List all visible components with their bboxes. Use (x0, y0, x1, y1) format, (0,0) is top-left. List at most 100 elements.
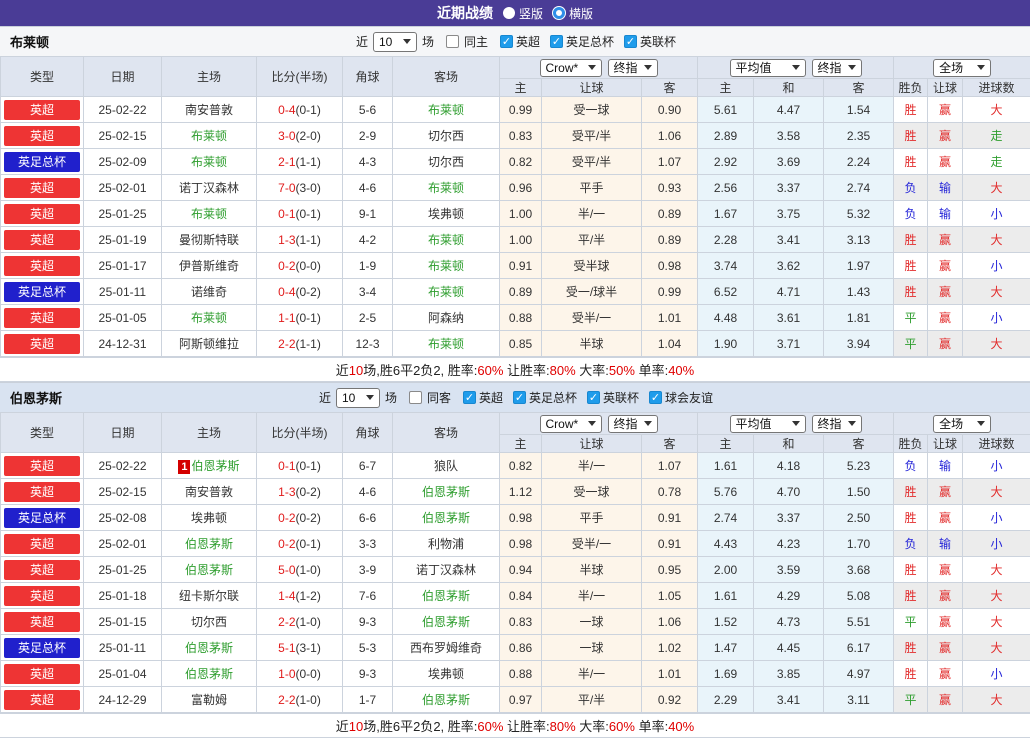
horizontal-layout-radio[interactable]: 横版 (553, 5, 593, 22)
full-match-select[interactable]: 全场 (933, 415, 991, 433)
away-team-name: 诺丁汉森林 (416, 563, 476, 577)
avg-draw-odds: 3.59 (754, 557, 824, 583)
filter-controls: 近10场同客✓英超✓英足总杯✓英联杯✓球会友谊 (317, 388, 713, 408)
league-cell: 英足总杯 (1, 505, 84, 531)
league-checkbox[interactable]: ✓ (624, 35, 637, 48)
column-header: 主 (500, 435, 542, 453)
home-team-cell: 埃弗顿 (162, 505, 257, 531)
goals-result-cell: 小 (963, 505, 1030, 531)
league-cell: 英超 (1, 583, 84, 609)
avg-draw-odds: 4.23 (754, 531, 824, 557)
league-checkbox[interactable]: ✓ (550, 35, 563, 48)
avg-home-odds: 5.76 (698, 479, 754, 505)
chevron-down-icon (644, 421, 652, 426)
league-checkbox[interactable]: ✓ (500, 35, 513, 48)
match-row: 英足总杯25-02-08埃弗顿0-2(0-2)6-6伯恩茅斯0.98平手0.91… (1, 505, 1030, 531)
score-cell: 2-2(1-0) (257, 609, 343, 635)
home-team-cell: 布莱顿 (162, 201, 257, 227)
same-side-checkbox[interactable] (446, 35, 459, 48)
match-row: 英足总杯25-01-11诺维奇0-4(0-2)3-4布莱顿0.89受一/球半0.… (1, 279, 1030, 305)
match-count-select[interactable]: 10 (336, 388, 380, 408)
league-checkbox[interactable]: ✓ (649, 391, 662, 404)
score-cell: 3-0(2-0) (257, 123, 343, 149)
handicap-line: 受一/球半 (542, 279, 642, 305)
column-header: 角球 (343, 413, 393, 453)
league-checkbox-label: 英足总杯 (566, 33, 614, 50)
column-header: 和 (754, 79, 824, 97)
handicap-away-odds: 0.78 (642, 479, 698, 505)
match-row: 英超25-01-15切尔西2-2(1-0)9-3伯恩茅斯0.83一球1.061.… (1, 609, 1030, 635)
handicap-away-odds: 0.95 (642, 557, 698, 583)
bookmaker-select[interactable]: Crow* (540, 415, 602, 433)
handicap-line: 一球 (542, 609, 642, 635)
score-cell: 1-4(1-2) (257, 583, 343, 609)
score-cell: 2-2(1-0) (257, 687, 343, 713)
result-cell: 胜 (894, 661, 928, 687)
corner-cell: 9-1 (343, 201, 393, 227)
match-row: 英超25-01-25布莱顿0-1(0-1)9-1埃弗顿1.00半/一0.891.… (1, 201, 1030, 227)
home-team-name: 伊普斯维奇 (179, 259, 239, 273)
same-side-checkbox[interactable] (409, 391, 422, 404)
league-checkbox[interactable]: ✓ (513, 391, 526, 404)
handicap-away-odds: 1.07 (642, 149, 698, 175)
away-team-cell: 西布罗姆维奇 (393, 635, 500, 661)
handicap-result-cell: 赢 (928, 557, 963, 583)
handicap-result-cell: 输 (928, 531, 963, 557)
date-cell: 25-02-22 (84, 453, 162, 479)
column-header: 比分(半场) (257, 413, 343, 453)
fulltime-score: 0-2 (278, 511, 295, 525)
date-cell: 25-02-01 (84, 531, 162, 557)
handicap-home-odds: 0.83 (500, 123, 542, 149)
bookmaker-select[interactable]: Crow* (540, 59, 602, 77)
away-team-name: 埃弗顿 (428, 207, 464, 221)
fulltime-score: 1-0 (278, 667, 295, 681)
league-cell: 英超 (1, 687, 84, 713)
handicap-home-odds: 0.98 (500, 505, 542, 531)
average-select[interactable]: 平均值 (730, 59, 806, 77)
score-cell: 0-4(0-2) (257, 279, 343, 305)
away-team-name: 伯恩茅斯 (422, 615, 470, 629)
chevron-down-icon (366, 395, 374, 400)
final-odds-select[interactable]: 终指 (608, 415, 658, 433)
column-header: 进球数 (963, 79, 1030, 97)
fulltime-score: 2-1 (278, 155, 295, 169)
avg-home-odds: 1.47 (698, 635, 754, 661)
avg-home-odds: 2.56 (698, 175, 754, 201)
league-checkbox[interactable]: ✓ (463, 391, 476, 404)
corner-cell: 4-2 (343, 227, 393, 253)
handicap-away-odds: 1.07 (642, 453, 698, 479)
score-cell: 7-0(3-0) (257, 175, 343, 201)
column-header: 主 (698, 79, 754, 97)
column-header: 类型 (1, 57, 84, 97)
filter-controls: 近10场同主✓英超✓英足总杯✓英联杯 (354, 32, 676, 52)
final-odds-select-2[interactable]: 终指 (812, 415, 862, 433)
handicap-result-cell: 输 (928, 175, 963, 201)
match-count-select[interactable]: 10 (373, 32, 417, 52)
halftime-score: (1-0) (296, 563, 321, 577)
home-team-name: 纽卡斯尔联 (179, 589, 239, 603)
final-odds-select[interactable]: 终指 (608, 59, 658, 77)
avg-home-odds: 1.90 (698, 331, 754, 357)
home-team-cell: 布莱顿 (162, 149, 257, 175)
result-cell: 平 (894, 609, 928, 635)
avg-home-odds: 2.29 (698, 687, 754, 713)
avg-away-odds: 6.17 (824, 635, 894, 661)
goals-result-cell: 大 (963, 583, 1030, 609)
handicap-home-odds: 0.91 (500, 253, 542, 279)
goals-result-cell: 走 (963, 149, 1030, 175)
vertical-layout-radio[interactable]: 竖版 (503, 5, 543, 22)
handicap-home-odds: 0.94 (500, 557, 542, 583)
corner-cell: 3-3 (343, 531, 393, 557)
halftime-score: (2-0) (296, 129, 321, 143)
home-team-cell: 布莱顿 (162, 123, 257, 149)
home-team-name: 切尔西 (191, 615, 227, 629)
league-badge: 英超 (4, 560, 80, 580)
full-match-select[interactable]: 全场 (933, 59, 991, 77)
fulltime-score: 2-2 (278, 693, 295, 707)
average-select[interactable]: 平均值 (730, 415, 806, 433)
result-cell: 胜 (894, 149, 928, 175)
score-cell: 0-1(0-1) (257, 453, 343, 479)
league-checkbox[interactable]: ✓ (587, 391, 600, 404)
final-odds-select-2[interactable]: 终指 (812, 59, 862, 77)
away-team-cell: 布莱顿 (393, 97, 500, 123)
